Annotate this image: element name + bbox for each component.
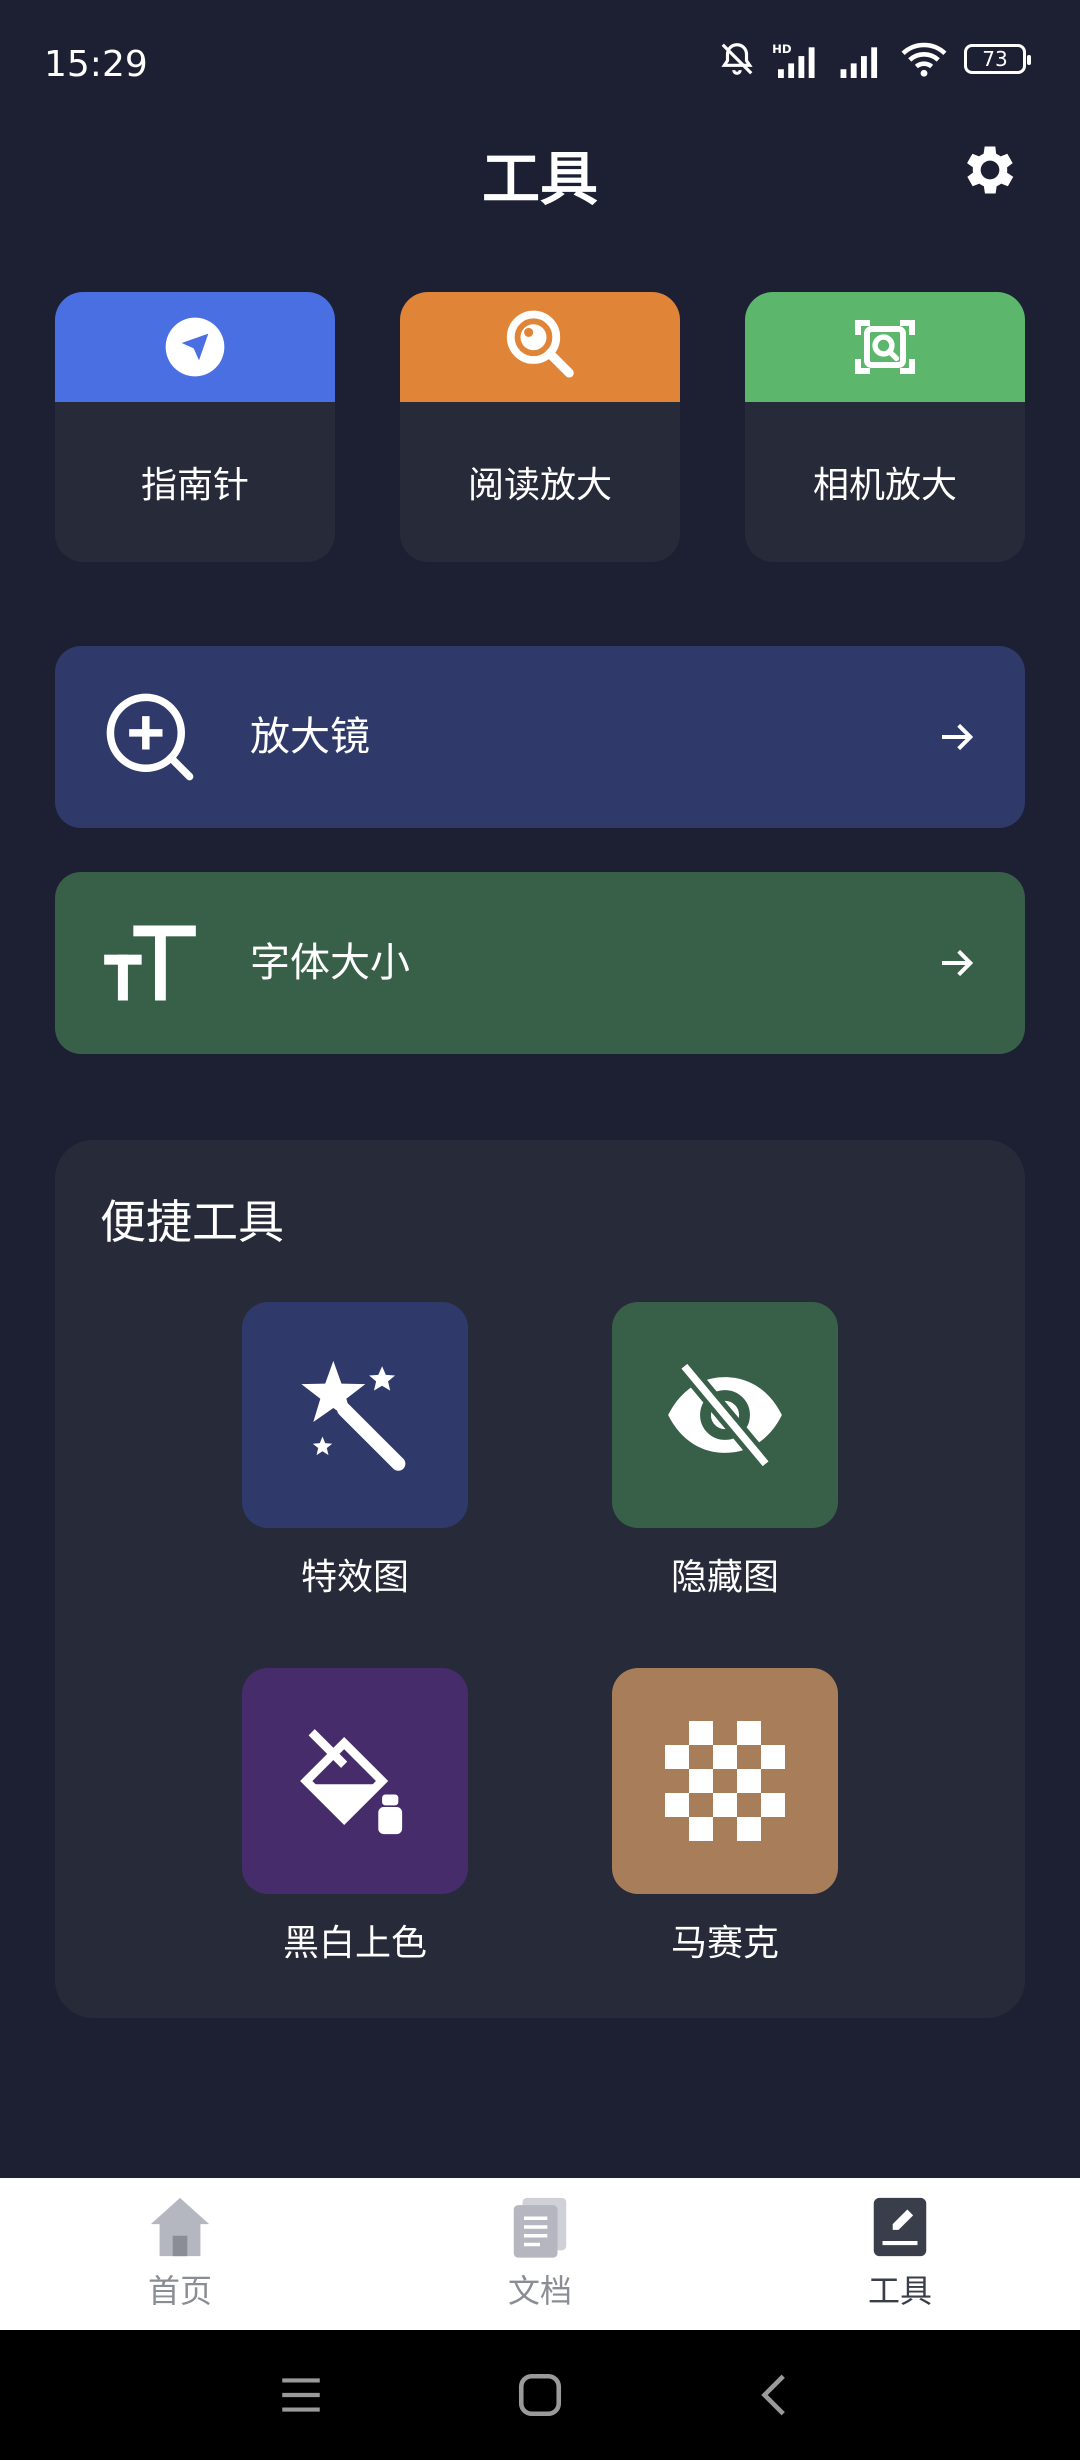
status-time: 15:29 [44,44,148,85]
hidden-image-tile[interactable] [612,1302,838,1528]
wifi-icon [901,42,947,77]
compass-card-header [55,292,335,402]
nav-item-home[interactable]: 首页 [80,2192,280,2322]
svg-text:HD: HD [772,42,792,56]
effects-tool[interactable]: 特效图 [242,1302,468,1600]
mosaic-tile[interactable] [612,1668,838,1894]
home-icon [150,2197,210,2257]
tools-icon [873,2197,927,2257]
menu-icon[interactable] [276,2370,326,2420]
status-icons: HD 73 [718,40,1031,78]
effects-tool-label: 特效图 [300,1557,409,1598]
compass-card-label: 指南针 [140,465,249,506]
zoom-in-icon [106,693,194,781]
camera-zoom-card-header [745,292,1025,402]
mosaic-tool[interactable]: 马赛克 [612,1668,838,1966]
camera-zoom-card[interactable]: 相机放大 [745,292,1025,562]
mute-bell-icon [721,43,753,75]
hd-signal-icon: HD [772,42,815,78]
colorize-tile[interactable] [242,1668,468,1894]
mosaic-icon [665,1721,785,1841]
page-title: 工具 [481,145,598,213]
camera-scan-icon [855,320,915,374]
battery-level: 73 [982,47,1008,71]
home-square-icon[interactable] [515,2370,565,2420]
magnifier-icon [506,310,574,378]
reading-zoom-card[interactable]: 阅读放大 [400,292,680,562]
nav-item-documents[interactable]: 文档 [440,2192,640,2322]
back-icon[interactable] [752,2370,802,2420]
font-size-row[interactable]: 字体大小 [55,872,1025,1054]
magic-wand-icon [301,1360,406,1471]
camera-zoom-card-label: 相机放大 [812,465,957,506]
bottom-nav: 首页 文档 工具 [0,2178,1080,2330]
system-nav-bar [0,2330,1080,2460]
battery-icon: 73 [964,44,1031,74]
arrow-right-icon [942,723,974,751]
hidden-image-tool-label: 隐藏图 [670,1557,779,1598]
document-icon [513,2197,567,2258]
quick-tools-title: 便捷工具 [100,1195,284,1249]
status-bar: 15:29 HD 73 [0,0,1080,130]
magnifier-row[interactable]: 放大镜 [55,646,1025,828]
magnifier-row-label: 放大镜 [250,714,370,760]
reading-zoom-card-header [400,292,680,402]
font-size-icon [104,925,196,1001]
mosaic-tool-label: 马赛克 [670,1923,779,1964]
nav-item-tools[interactable]: 工具 [800,2192,1000,2322]
nav-home-label: 首页 [147,2272,212,2310]
gear-icon[interactable] [958,138,1022,202]
eye-hidden-icon [668,1360,782,1470]
font-size-row-label: 字体大小 [250,940,410,986]
quick-tools-panel: 便捷工具 特效图 隐藏图 黑白上色 马赛克 [55,1140,1025,2018]
colorize-tool-label: 黑白上色 [282,1923,427,1964]
signal-icon [840,47,878,78]
colorize-tool[interactable]: 黑白上色 [242,1668,468,1966]
effects-tile[interactable] [242,1302,468,1528]
arrow-right-icon [942,949,974,977]
compass-icon [165,317,225,377]
paint-bucket-icon [300,1729,403,1835]
reading-zoom-card-label: 阅读放大 [467,465,612,506]
nav-tools-label: 工具 [867,2272,932,2310]
hidden-image-tool[interactable]: 隐藏图 [612,1302,838,1600]
compass-card[interactable]: 指南针 [55,292,335,562]
nav-documents-label: 文档 [507,2272,572,2310]
